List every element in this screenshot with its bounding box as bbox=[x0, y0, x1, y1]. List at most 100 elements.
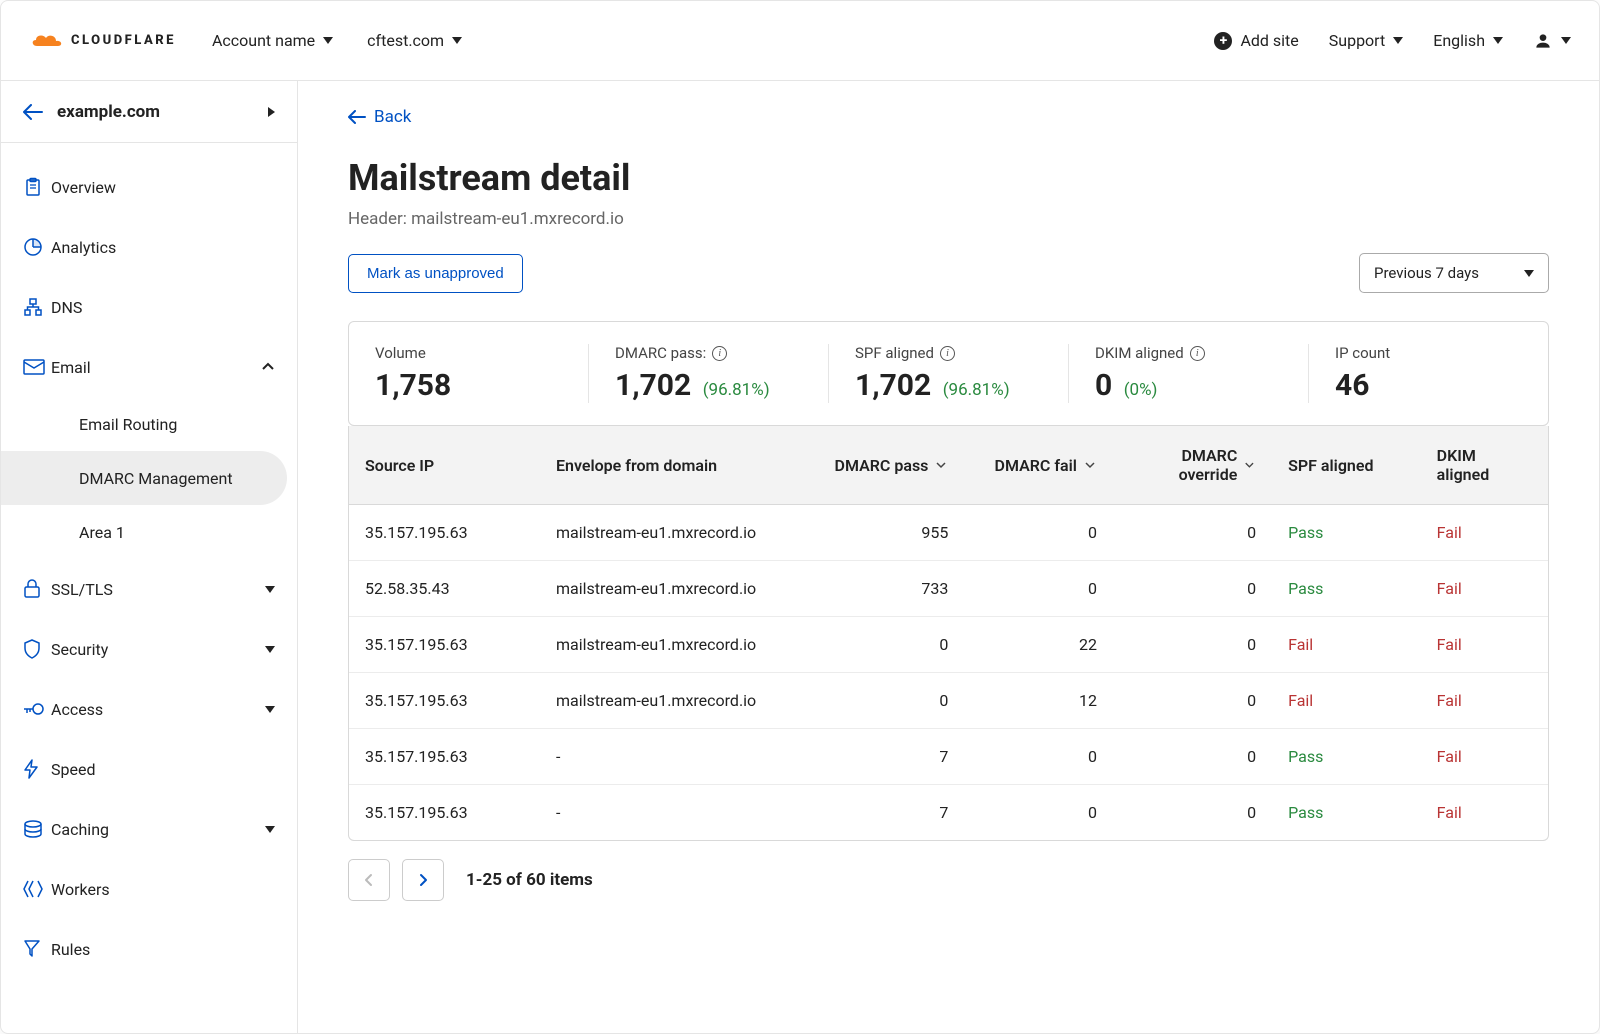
col-dmarc-override[interactable]: DMARC override bbox=[1113, 426, 1272, 505]
cell-envelope: mailstream-eu1.mxrecord.io bbox=[540, 673, 816, 729]
cell-dkim-aligned: Fail bbox=[1421, 617, 1548, 673]
bolt-icon bbox=[23, 759, 51, 779]
results-table: Source IP Envelope from domain DMARC pas… bbox=[348, 426, 1549, 841]
next-page-button[interactable] bbox=[402, 859, 444, 901]
table-row[interactable]: 35.157.195.63mailstream-eu1.mxrecord.io0… bbox=[349, 617, 1548, 673]
cell-dmarc-pass: 955 bbox=[816, 505, 965, 561]
chevron-up-icon bbox=[261, 362, 275, 372]
sidebar-item-caching[interactable]: Caching bbox=[1, 799, 297, 859]
sidebar-subitem-area-1[interactable]: Area 1 bbox=[1, 505, 287, 559]
time-range-label: Previous 7 days bbox=[1374, 264, 1479, 282]
stat-percent: (0%) bbox=[1124, 380, 1158, 400]
sidebar-item-security[interactable]: Security bbox=[1, 619, 297, 679]
mark-unapproved-button[interactable]: Mark as unapproved bbox=[348, 254, 523, 293]
caret-down-icon bbox=[323, 37, 333, 44]
caret-down-icon bbox=[452, 37, 462, 44]
col-source-ip[interactable]: Source IP bbox=[349, 426, 540, 505]
back-arrow-icon[interactable] bbox=[23, 104, 43, 120]
hierarchy-icon bbox=[23, 297, 51, 317]
prev-page-button[interactable] bbox=[348, 859, 390, 901]
cell-dkim-aligned: Fail bbox=[1421, 673, 1548, 729]
arrow-left-icon bbox=[348, 110, 366, 124]
brand-logo[interactable]: CLOUDFLARE bbox=[29, 30, 176, 52]
stat-spf-aligned: SPF aligned i 1,702 (96.81%) bbox=[829, 344, 1069, 403]
cell-source-ip: 52.58.35.43 bbox=[349, 561, 540, 617]
sidebar-subitem-dmarc-management[interactable]: DMARC Management bbox=[1, 451, 287, 505]
stat-volume: Volume 1,758 bbox=[349, 344, 589, 403]
cell-dmarc-fail: 0 bbox=[964, 505, 1113, 561]
sidebar: example.com Overview Analytics DNS EmailEma… bbox=[1, 81, 298, 1033]
cell-dmarc-fail: 22 bbox=[964, 617, 1113, 673]
stats-panel: Volume 1,758 DMARC pass: i 1,702 (96.81%… bbox=[348, 321, 1549, 426]
info-icon[interactable]: i bbox=[940, 346, 955, 361]
sidebar-item-label: Workers bbox=[51, 880, 275, 899]
caret-down-icon bbox=[265, 706, 275, 713]
cell-source-ip: 35.157.195.63 bbox=[349, 673, 540, 729]
col-dmarc-fail[interactable]: DMARC fail bbox=[964, 426, 1113, 505]
sidebar-item-label: Overview bbox=[51, 178, 275, 197]
stat-percent: (96.81%) bbox=[943, 380, 1010, 400]
plus-circle-icon: + bbox=[1214, 32, 1232, 50]
domain-breadcrumb[interactable]: example.com bbox=[1, 81, 297, 143]
account-selector[interactable]: Account name bbox=[212, 31, 333, 50]
sidebar-item-overview[interactable]: Overview bbox=[1, 157, 297, 217]
caret-down-icon bbox=[265, 586, 275, 593]
pagination: 1-25 of 60 items bbox=[348, 859, 1549, 901]
table-row[interactable]: 35.157.195.63-700PassFail bbox=[349, 785, 1548, 841]
caret-right-icon bbox=[268, 107, 275, 117]
col-envelope[interactable]: Envelope from domain bbox=[540, 426, 816, 505]
shield-icon bbox=[23, 639, 51, 659]
page-title: Mailstream detail bbox=[348, 157, 1549, 199]
sidebar-item-analytics[interactable]: Analytics bbox=[1, 217, 297, 277]
cell-envelope: - bbox=[540, 785, 816, 841]
cell-source-ip: 35.157.195.63 bbox=[349, 617, 540, 673]
cell-dmarc-fail: 0 bbox=[964, 729, 1113, 785]
sidebar-item-speed[interactable]: Speed bbox=[1, 739, 297, 799]
table-row[interactable]: 35.157.195.63mailstream-eu1.mxrecord.io0… bbox=[349, 673, 1548, 729]
site-selector[interactable]: cftest.com bbox=[367, 31, 462, 50]
cell-dmarc-pass: 7 bbox=[816, 785, 965, 841]
sidebar-item-access[interactable]: Access bbox=[1, 679, 297, 739]
support-menu[interactable]: Support bbox=[1329, 31, 1403, 50]
cell-dmarc-override: 0 bbox=[1113, 561, 1272, 617]
sidebar-item-label: DNS bbox=[51, 298, 275, 317]
caret-down-icon bbox=[1493, 37, 1503, 44]
add-site-button[interactable]: + Add site bbox=[1214, 31, 1298, 50]
cell-dmarc-fail: 12 bbox=[964, 673, 1113, 729]
cell-spf-aligned: Fail bbox=[1272, 673, 1421, 729]
stat-dkim-aligned: DKIM aligned i 0 (0%) bbox=[1069, 344, 1309, 403]
sidebar-item-workers[interactable]: Workers bbox=[1, 859, 297, 919]
info-icon[interactable]: i bbox=[712, 346, 727, 361]
col-spf-aligned[interactable]: SPF aligned bbox=[1272, 426, 1421, 505]
cloudflare-icon bbox=[29, 30, 65, 52]
back-label: Back bbox=[374, 107, 411, 127]
language-menu[interactable]: English bbox=[1433, 31, 1503, 50]
cell-dmarc-pass: 7 bbox=[816, 729, 965, 785]
time-range-select[interactable]: Previous 7 days bbox=[1359, 253, 1549, 293]
cell-dmarc-override: 0 bbox=[1113, 673, 1272, 729]
sidebar-item-rules[interactable]: Rules bbox=[1, 919, 297, 979]
sidebar-item-dns[interactable]: DNS bbox=[1, 277, 297, 337]
stat-label: DKIM aligned i bbox=[1095, 344, 1282, 362]
user-menu[interactable] bbox=[1533, 31, 1571, 51]
stat-label: DMARC pass: i bbox=[615, 344, 802, 362]
sidebar-item-email[interactable]: Email bbox=[1, 337, 297, 397]
stat-value: 1,702 bbox=[855, 368, 931, 403]
back-link[interactable]: Back bbox=[348, 107, 411, 127]
table-row[interactable]: 35.157.195.63-700PassFail bbox=[349, 729, 1548, 785]
cell-dmarc-override: 0 bbox=[1113, 785, 1272, 841]
stat-dmarc-pass: DMARC pass: i 1,702 (96.81%) bbox=[589, 344, 829, 403]
sidebar-item-ssl-tls[interactable]: SSL/TLS bbox=[1, 559, 297, 619]
cell-dmarc-pass: 0 bbox=[816, 673, 965, 729]
table-row[interactable]: 35.157.195.63mailstream-eu1.mxrecord.io9… bbox=[349, 505, 1548, 561]
cell-dmarc-override: 0 bbox=[1113, 729, 1272, 785]
col-dkim-aligned[interactable]: DKIM aligned bbox=[1421, 426, 1548, 505]
cell-envelope: mailstream-eu1.mxrecord.io bbox=[540, 561, 816, 617]
cache-icon bbox=[23, 820, 51, 838]
stat-value: 1,702 bbox=[615, 368, 691, 403]
table-row[interactable]: 52.58.35.43mailstream-eu1.mxrecord.io733… bbox=[349, 561, 1548, 617]
cell-source-ip: 35.157.195.63 bbox=[349, 729, 540, 785]
col-dmarc-pass[interactable]: DMARC pass bbox=[816, 426, 965, 505]
sidebar-subitem-email-routing[interactable]: Email Routing bbox=[1, 397, 287, 451]
info-icon[interactable]: i bbox=[1190, 346, 1205, 361]
